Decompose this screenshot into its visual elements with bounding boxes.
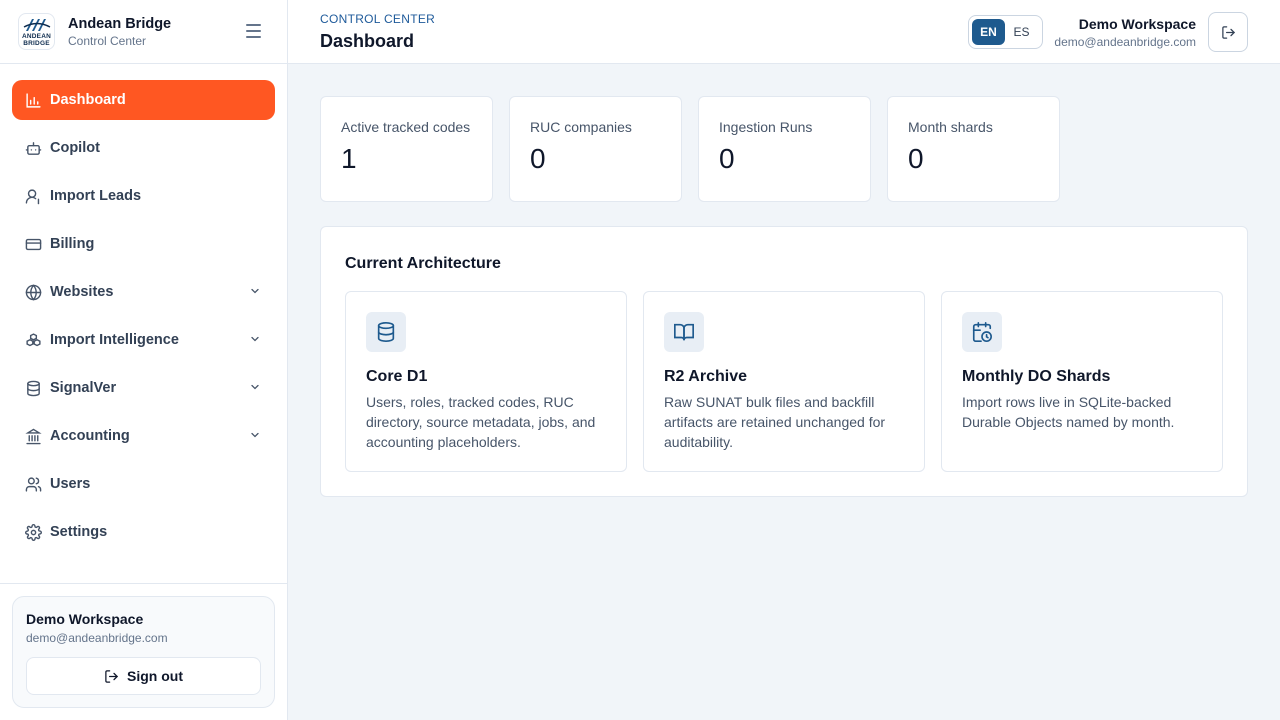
- user-icon: [24, 187, 42, 205]
- arch-card-description: Users, roles, tracked codes, RUC directo…: [366, 394, 596, 450]
- logo-text-line1: ANDEAN: [21, 32, 51, 40]
- sidebar-item-websites[interactable]: Websites: [12, 272, 275, 312]
- arch-card-core-d1: Core D1 Users, roles, tracked codes, RUC…: [345, 291, 627, 472]
- header-workspace-name: Demo Workspace: [1078, 16, 1196, 32]
- sidebar-item-label: Copilot: [50, 140, 100, 156]
- arch-card-title: R2 Archive: [664, 368, 747, 385]
- header-user-info: Demo Workspace demo@andeanbridge.com: [1054, 16, 1196, 49]
- arch-card-description: Raw SUNAT bulk files and backfill artifa…: [664, 394, 886, 450]
- sidebar-item-copilot[interactable]: Copilot: [12, 128, 275, 168]
- gear-icon: [24, 523, 42, 541]
- database-icon: [366, 312, 406, 352]
- language-switcher: EN ES: [968, 15, 1043, 49]
- workspace-name: Demo Workspace: [26, 611, 144, 627]
- arch-card-r2-archive: R2 Archive Raw SUNAT bulk files and back…: [643, 291, 925, 472]
- sidebar-item-billing[interactable]: Billing: [12, 224, 275, 264]
- sidebar-item-label: Accounting: [50, 428, 130, 444]
- sidebar-item-users[interactable]: Users: [12, 464, 275, 504]
- stat-value: 0: [908, 143, 924, 174]
- database-icon: [24, 379, 42, 397]
- sidebar-item-label: Billing: [50, 236, 95, 252]
- architecture-title: Current Architecture: [345, 255, 501, 272]
- brand-subtitle: Control Center: [68, 33, 147, 48]
- brand-header: ANDEAN BRIDGE Andean Bridge Control Cent…: [0, 0, 287, 64]
- log-out-icon: [105, 669, 119, 683]
- header-user-email: demo@andeanbridge.com: [1054, 35, 1196, 49]
- sidebar: ANDEAN BRIDGE Andean Bridge Control Cent…: [0, 0, 288, 720]
- arch-card-title: Monthly DO Shards: [962, 368, 1111, 385]
- brand-logo: ANDEAN BRIDGE: [18, 13, 55, 50]
- sidebar-item-import-leads[interactable]: Import Leads: [12, 176, 275, 216]
- sidebar-item-accounting[interactable]: Accounting: [12, 416, 275, 456]
- credit-card-icon: [24, 235, 42, 253]
- brand-name: Andean Bridge: [68, 15, 172, 32]
- arch-card-description: Import rows live in SQLite-backed Durabl…: [962, 394, 1175, 430]
- user-email: demo@andeanbridge.com: [26, 631, 168, 645]
- stat-label: Month shards: [908, 119, 993, 135]
- sign-out-button[interactable]: Sign out: [26, 657, 261, 695]
- stat-label: RUC companies: [530, 119, 632, 135]
- stat-card-active-tracked-codes: Active tracked codes 1: [320, 96, 493, 202]
- stat-card-ingestion-runs: Ingestion Runs 0: [698, 96, 871, 202]
- sidebar-item-import-intelligence[interactable]: Import Intelligence: [12, 320, 275, 360]
- sidebar-item-dashboard[interactable]: Dashboard: [12, 80, 275, 120]
- sidebar-item-label: Dashboard: [50, 92, 126, 108]
- landmark-icon: [24, 427, 42, 445]
- stat-value: 0: [719, 143, 735, 174]
- chevron-down-icon[interactable]: [249, 429, 261, 441]
- lang-es-button[interactable]: ES: [1005, 19, 1038, 45]
- stat-label: Active tracked codes: [341, 119, 471, 135]
- sidebar-item-label: Users: [50, 476, 91, 492]
- menu-toggle-icon[interactable]: [246, 24, 261, 38]
- log-out-icon: [1221, 25, 1235, 39]
- bridge-logo-icon: [23, 18, 50, 31]
- sidebar-item-label: Settings: [50, 524, 108, 540]
- logo-text-line2: BRIDGE: [23, 39, 50, 47]
- sidebar-item-settings[interactable]: Settings: [12, 512, 275, 552]
- top-header: CONTROL CENTER Dashboard EN ES Demo Work…: [288, 0, 1280, 64]
- book-open-icon: [664, 312, 704, 352]
- stat-card-month-shards: Month shards 0: [887, 96, 1060, 202]
- bar-chart-icon: [24, 91, 42, 109]
- sidebar-item-label: SignalVer: [50, 380, 117, 396]
- calendar-clock-icon: [962, 312, 1002, 352]
- stat-value: 0: [530, 143, 546, 174]
- sidebar-footer: Demo Workspace demo@andeanbridge.com Sig…: [0, 583, 287, 720]
- user-card: Demo Workspace demo@andeanbridge.com Sig…: [12, 596, 275, 708]
- chevron-down-icon[interactable]: [249, 285, 261, 297]
- breadcrumb: CONTROL CENTER: [320, 12, 436, 26]
- sidebar-item-label: Websites: [50, 284, 114, 300]
- chevron-down-icon[interactable]: [249, 381, 261, 393]
- stat-card-ruc-companies: RUC companies 0: [509, 96, 682, 202]
- header-logout-button[interactable]: [1208, 12, 1248, 52]
- globe-icon: [24, 283, 42, 301]
- stat-label: Ingestion Runs: [719, 119, 813, 135]
- bot-icon: [24, 139, 42, 157]
- boxes-icon: [24, 331, 42, 349]
- sign-out-label: Sign out: [127, 668, 183, 684]
- stat-value: 1: [341, 143, 357, 174]
- lang-en-button[interactable]: EN: [972, 19, 1005, 45]
- sidebar-item-label: Import Leads: [50, 188, 142, 204]
- page-title: Dashboard: [320, 31, 415, 51]
- sidebar-nav: Dashboard Copilot Import Leads Billing W…: [0, 64, 287, 552]
- chevron-down-icon[interactable]: [249, 333, 261, 345]
- sidebar-item-label: Import Intelligence: [50, 332, 179, 348]
- arch-card-monthly-do-shards: Monthly DO Shards Import rows live in SQ…: [941, 291, 1223, 472]
- architecture-panel: Current Architecture Core D1 Users, role…: [320, 226, 1248, 497]
- users-icon: [24, 475, 42, 493]
- sidebar-item-signalver[interactable]: SignalVer: [12, 368, 275, 408]
- stats-row: Active tracked codes 1 RUC companies 0 I…: [320, 96, 1076, 202]
- arch-card-title: Core D1: [366, 368, 428, 385]
